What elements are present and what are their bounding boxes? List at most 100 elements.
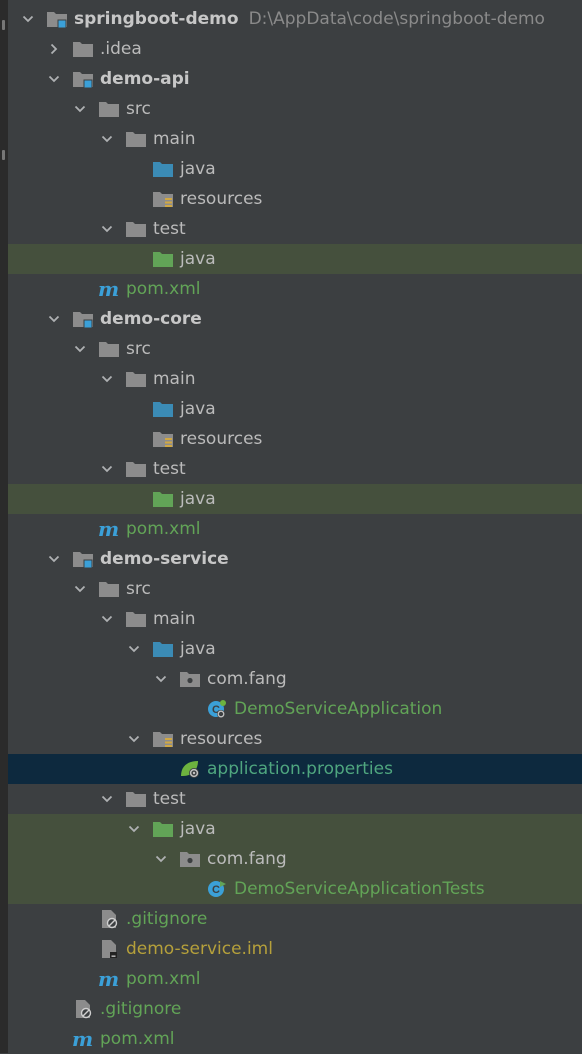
tree-row-java[interactable]: java (8, 154, 582, 184)
maven-icon: m (72, 1027, 94, 1051)
tree-label: main (153, 129, 196, 149)
maven-icon: m (98, 277, 120, 301)
tree-label: application.properties (207, 759, 393, 779)
chevron-down-icon[interactable] (46, 304, 62, 334)
chevron-down-icon[interactable] (99, 214, 115, 244)
tree-row-properties[interactable]: application.properties (8, 754, 582, 784)
resources-folder-icon (152, 429, 174, 449)
chevron-down-icon[interactable] (153, 844, 169, 874)
module-folder-icon (72, 549, 94, 569)
tree-row-src[interactable]: src (8, 94, 582, 124)
tree-row-pom[interactable]: m pom.xml (8, 514, 582, 544)
chevron-down-icon[interactable] (46, 544, 62, 574)
test-folder-icon (152, 819, 174, 839)
chevron-down-icon[interactable] (20, 4, 36, 34)
chevron-down-icon[interactable] (126, 634, 142, 664)
tree-label: pom.xml (126, 519, 201, 539)
chevron-down-icon[interactable] (99, 604, 115, 634)
tree-row-root-gitignore[interactable]: .gitignore (8, 994, 582, 1024)
chevron-down-icon[interactable] (72, 574, 88, 604)
tree-label: src (126, 339, 151, 359)
tree-row-test-package[interactable]: com.fang (8, 844, 582, 874)
chevron-down-icon[interactable] (99, 364, 115, 394)
module-folder-icon (72, 69, 94, 89)
tree-row-src[interactable]: src (8, 334, 582, 364)
tree-row-test-java[interactable]: java (8, 814, 582, 844)
spring-properties-icon (179, 759, 201, 779)
tree-label: java (180, 159, 216, 179)
source-folder-icon (152, 399, 174, 419)
tree-row-package[interactable]: com.fang (8, 664, 582, 694)
tree-row-pom[interactable]: m pom.xml (8, 274, 582, 304)
tree-row-resources[interactable]: resources (8, 184, 582, 214)
tree-label: test (153, 219, 186, 239)
chevron-down-icon[interactable] (99, 454, 115, 484)
tree-label: pom.xml (100, 1029, 175, 1049)
tree-label: pom.xml (126, 969, 201, 989)
chevron-down-icon[interactable] (46, 64, 62, 94)
chevron-down-icon[interactable] (72, 334, 88, 364)
tree-row-test-class[interactable]: DemoServiceApplicationTests (8, 874, 582, 904)
chevron-down-icon[interactable] (99, 124, 115, 154)
tree-row-test-java[interactable]: java (8, 484, 582, 514)
tree-row-class[interactable]: DemoServiceApplication (8, 694, 582, 724)
tree-label: .idea (100, 39, 142, 59)
tree-row-test[interactable]: test (8, 784, 582, 814)
spring-boot-class-icon (206, 699, 228, 719)
chevron-right-icon[interactable] (46, 34, 62, 64)
module-name: demo-api (100, 69, 190, 89)
resources-folder-icon (152, 729, 174, 749)
tree-row-test-java[interactable]: java (8, 244, 582, 274)
tree-row-module[interactable]: demo-core (8, 304, 582, 334)
tree-row-main[interactable]: main (8, 364, 582, 394)
tree-label: test (153, 459, 186, 479)
folder-icon (98, 99, 120, 119)
strip-mark-icon (2, 20, 5, 30)
tree-label: .gitignore (126, 909, 208, 929)
tree-row-module[interactable]: demo-api (8, 64, 582, 94)
source-folder-icon (152, 639, 174, 659)
folder-icon (125, 129, 147, 149)
chevron-down-icon[interactable] (126, 724, 142, 754)
iml-file-icon (98, 939, 120, 959)
tree-label: com.fang (207, 849, 287, 869)
tree-row-idea[interactable]: .idea (8, 34, 582, 64)
tree-label: com.fang (207, 669, 287, 689)
chevron-down-icon[interactable] (99, 784, 115, 814)
tree-row-resources[interactable]: resources (8, 724, 582, 754)
folder-icon (125, 789, 147, 809)
test-class-icon (206, 879, 228, 899)
tree-row-java[interactable]: java (8, 394, 582, 424)
tree-row-java[interactable]: java (8, 634, 582, 664)
chevron-down-icon[interactable] (72, 94, 88, 124)
folder-icon (125, 609, 147, 629)
folder-icon (72, 39, 94, 59)
tree-label: main (153, 609, 196, 629)
tree-label: java (180, 249, 216, 269)
tree-row-src[interactable]: src (8, 574, 582, 604)
tree-row-main[interactable]: main (8, 124, 582, 154)
chevron-down-icon[interactable] (153, 664, 169, 694)
tree-label: resources (180, 429, 263, 449)
folder-icon (98, 579, 120, 599)
tree-label: resources (180, 729, 263, 749)
chevron-down-icon[interactable] (126, 814, 142, 844)
tree-label: DemoServiceApplicationTests (234, 879, 485, 899)
tree-label: resources (180, 189, 263, 209)
tree-row-project-root[interactable]: springboot-demo D:\AppData\code\springboo… (8, 4, 582, 34)
tree-row-module[interactable]: demo-service (8, 544, 582, 574)
tree-row-root-pom[interactable]: m pom.xml (8, 1024, 582, 1054)
tree-label: main (153, 369, 196, 389)
project-tree: springboot-demo D:\AppData\code\springboo… (8, 4, 582, 1054)
folder-icon (125, 219, 147, 239)
tree-row-test[interactable]: test (8, 454, 582, 484)
tree-row-main[interactable]: main (8, 604, 582, 634)
tree-row-iml[interactable]: demo-service.iml (8, 934, 582, 964)
tree-row-pom[interactable]: m pom.xml (8, 964, 582, 994)
tree-row-test[interactable]: test (8, 214, 582, 244)
tree-label: pom.xml (126, 279, 201, 299)
tree-row-gitignore[interactable]: .gitignore (8, 904, 582, 934)
tree-row-resources[interactable]: resources (8, 424, 582, 454)
project-path: D:\AppData\code\springboot-demo (248, 9, 545, 29)
strip-mark-icon (2, 150, 5, 160)
